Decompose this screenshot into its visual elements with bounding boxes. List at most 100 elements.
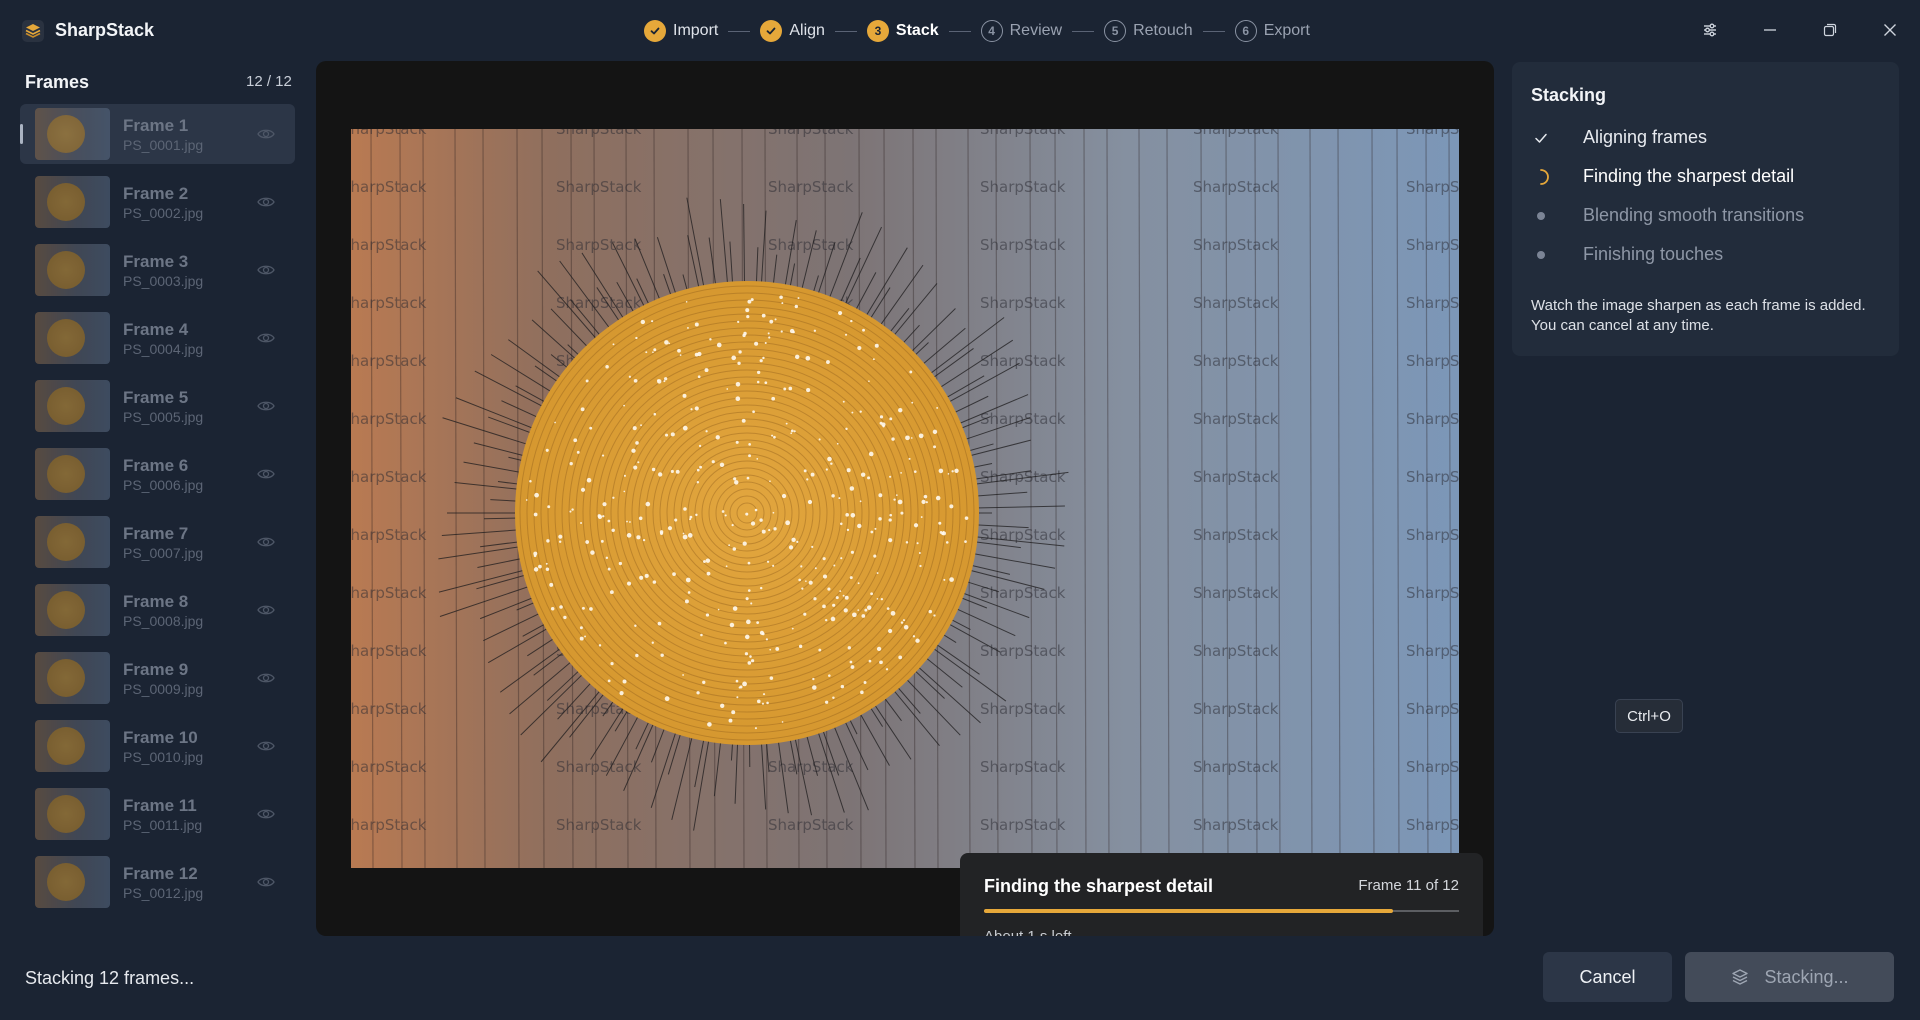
eye-icon[interactable] [256,396,276,416]
stacking-button[interactable]: Stacking... [1685,952,1894,1002]
frame-filename: PS_0011.jpg [123,817,203,833]
restore-button[interactable] [1800,0,1860,60]
eye-icon[interactable] [256,328,276,348]
frame-list-item[interactable]: Frame 5 PS_0005.jpg [20,376,295,436]
frame-list-item[interactable]: Frame 12 PS_0012.jpg [20,852,295,912]
watermark-text: SharpStack [1193,526,1279,544]
watermark-text: SharpStack [1406,178,1459,196]
eye-icon[interactable] [256,532,276,552]
watermark-text: SharpStack [1193,816,1279,834]
close-button[interactable] [1860,0,1920,60]
eye-icon[interactable] [256,600,276,620]
frame-list-item[interactable]: Frame 7 PS_0007.jpg [20,512,295,572]
eye-icon[interactable] [256,668,276,688]
step-number: 6 [1234,20,1257,42]
watermark-text: SharpStack [351,526,427,544]
title-bar: SharpStack Import Align 3 Stack 4 Review… [0,0,1920,62]
watermark-text: SharpStack [1193,410,1279,428]
step-separator [948,30,971,32]
watermark-text: SharpStack [980,468,1066,486]
stacking-step-label: Finding the sharpest detail [1583,166,1795,186]
frame-list-item[interactable]: Frame 8 PS_0008.jpg [20,580,295,640]
frames-sidebar: Frames 12 / 12 Frame 1 PS_0001.jpg Frame 2… [0,62,305,942]
progress-title: Finding the sharpest detail [984,876,1214,896]
frame-thumbnail [35,176,110,228]
eye-icon[interactable] [256,464,276,484]
frame-name: Frame 4 [123,320,189,339]
watermark-text: SharpStack [351,352,427,370]
watermark-text: SharpStack [351,410,427,428]
frame-name: Frame 5 [123,388,189,407]
status-text: Stacking 12 frames... [25,968,195,988]
frame-thumbnail [35,108,110,160]
stacking-step-label: Aligning frames [1583,127,1708,147]
frame-name: Frame 11 [123,796,197,815]
watermark-text: SharpStack [556,758,642,776]
watermark-text: SharpStack [556,236,642,254]
step-align[interactable]: Align [760,20,825,42]
frame-thumbnail [35,244,110,296]
frame-list-item[interactable]: Frame 11 PS_0011.jpg [20,784,295,844]
frame-name: Frame 1 [123,116,189,135]
eye-icon[interactable] [256,736,276,756]
watermark-text: SharpStack [1406,758,1459,776]
watermark-text: SharpStack [1193,236,1279,254]
app-logo-icon [22,20,44,42]
step-retouch[interactable]: 5 Retouch [1104,20,1193,42]
layers-icon [1732,969,1749,985]
frames-count: 12 / 12 [246,73,292,90]
frame-list-item[interactable]: Frame 3 PS_0003.jpg [20,240,295,300]
frame-filename: PS_0005.jpg [123,409,204,425]
watermark-text: SharpStack [1406,584,1459,602]
frame-filename: PS_0008.jpg [123,613,204,629]
frame-list-item[interactable]: Frame 9 PS_0009.jpg [20,648,295,708]
cancel-button[interactable]: Cancel [1543,952,1672,1002]
step-number: 5 [1104,20,1127,42]
frame-filename: PS_0002.jpg [123,205,204,221]
eye-icon[interactable] [256,260,276,280]
frame-name: Frame 3 [123,252,189,271]
sliders-icon [1704,23,1716,37]
watermark-text: SharpStack [980,700,1066,718]
watermark-text: SharpStack [980,642,1066,660]
stacking-title: Stacking [1531,85,1607,105]
eye-icon[interactable] [256,804,276,824]
dot-icon [1531,245,1551,265]
eye-icon[interactable] [256,872,276,892]
watermark-text: SharpStack [980,294,1066,312]
step-export[interactable]: 6 Export [1234,20,1310,42]
watermark-text: SharpStack [768,129,854,138]
frame-filename: PS_0003.jpg [123,273,204,289]
step-label: Align [789,22,825,39]
dot-icon [1531,206,1551,226]
frame-list-item[interactable]: Frame 4 PS_0004.jpg [20,308,295,368]
frame-thumbnail [35,788,110,840]
watermark-text: SharpStack [1193,584,1279,602]
eye-icon[interactable] [256,192,276,212]
step-import[interactable]: Import [644,20,718,42]
app-title: SharpStack [55,20,155,40]
watermark-text: SharpStack [1193,758,1279,776]
frame-list-item[interactable]: Frame 10 PS_0010.jpg [20,716,295,776]
check-icon [644,20,666,42]
watermark-text: SharpStack [1406,642,1459,660]
minimize-button[interactable] [1740,0,1800,60]
step-review[interactable]: 4 Review [980,20,1062,42]
watermark-text: SharpStack [1193,468,1279,486]
close-icon [1884,24,1896,36]
eye-icon[interactable] [256,124,276,144]
watermark-text: SharpStack [1406,468,1459,486]
watermark-text: SharpStack [768,816,854,834]
step-label: Retouch [1133,22,1193,39]
step-stack[interactable]: 3 Stack [866,20,939,42]
frame-list-item[interactable]: Frame 6 PS_0006.jpg [20,444,295,504]
frame-thumbnail [35,856,110,908]
stacking-step: Finding the sharpest detail [1531,161,1891,200]
frame-list-item[interactable]: Frame 2 PS_0002.jpg [20,172,295,232]
frame-list-item[interactable]: Frame 1 PS_0001.jpg [20,104,295,164]
progress-track [984,909,1459,913]
frame-filename: PS_0006.jpg [123,477,204,493]
watermark-text: SharpStack [980,816,1066,834]
settings-button[interactable] [1680,0,1740,60]
progress-fill [984,909,1393,913]
